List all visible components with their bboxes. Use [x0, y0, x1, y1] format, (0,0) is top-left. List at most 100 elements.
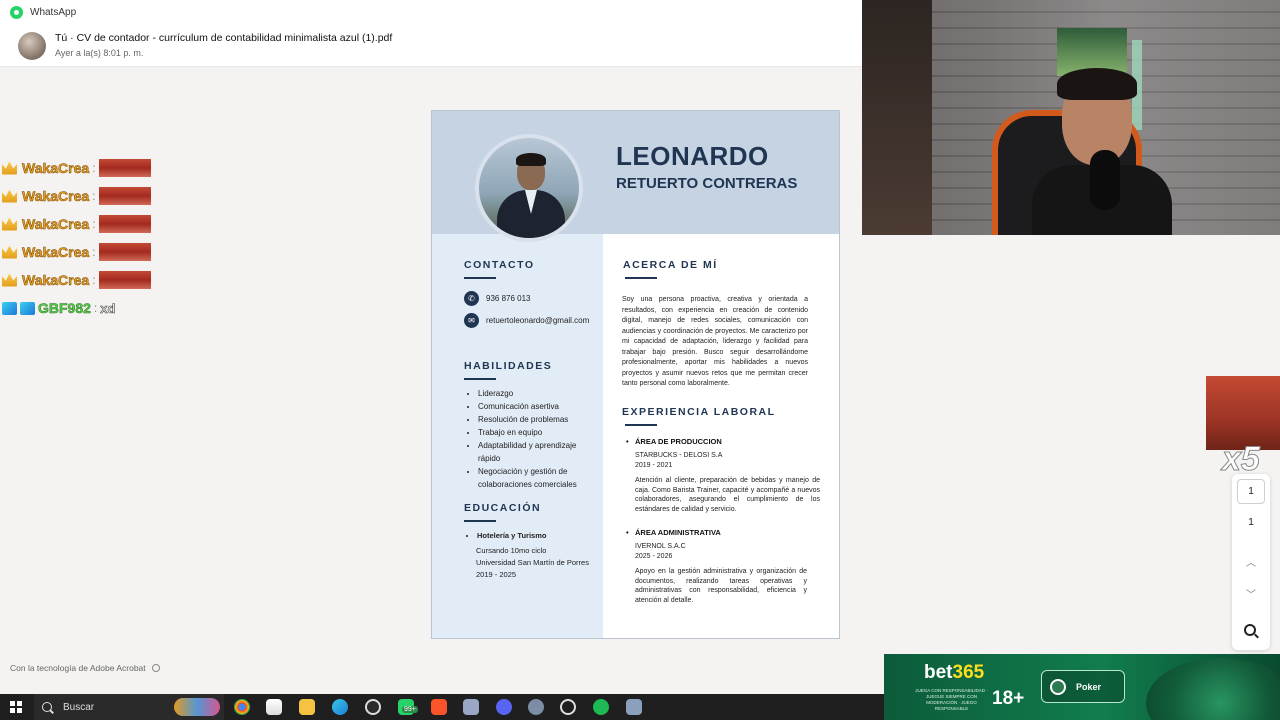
skill-item: Comunicación asertiva: [478, 400, 594, 413]
chat-username: GBF982: [38, 300, 91, 317]
job-description: Apoyo en la gestión administrativa y org…: [635, 568, 807, 604]
education-title: Hotelería y Turismo: [477, 531, 546, 540]
skill-item: Adaptabilidad y aprendizaje rápido: [478, 439, 594, 465]
edge-icon[interactable]: [332, 699, 348, 715]
app-name: WhatsApp: [30, 6, 77, 18]
chat-separator: :: [92, 217, 96, 231]
poker-label: Poker: [1076, 681, 1102, 692]
crown-icon: [2, 245, 17, 259]
emote-icon: [98, 271, 151, 289]
chat-message: GBF982 : xd: [2, 294, 151, 322]
total-pages: 1: [1248, 517, 1254, 528]
windows-start-icon[interactable]: [10, 701, 22, 713]
search-highlight-icon[interactable]: [174, 698, 220, 716]
search-label: Buscar: [63, 701, 95, 713]
emote-icon: [1206, 376, 1280, 450]
discord-icon[interactable]: [496, 699, 512, 715]
job-title: ÁREA ADMINISTRATIVA: [626, 528, 721, 537]
info-icon[interactable]: [151, 664, 160, 672]
about-heading: ACERCA DE MÍ: [623, 259, 718, 271]
current-page-input[interactable]: 1: [1237, 479, 1265, 504]
app-icon[interactable]: [463, 699, 479, 715]
crown-icon: [2, 273, 17, 287]
chevron-down-icon[interactable]: ﹀: [1232, 586, 1270, 601]
job-title: ÁREA DE PRODUCCION: [626, 437, 722, 446]
chat-separator: :: [92, 189, 96, 203]
chat-message: WakaCrea :: [2, 154, 151, 182]
skill-item: Resolución de problemas: [478, 413, 594, 426]
powered-by-label: Con la tecnología de Adobe Acrobat: [10, 663, 160, 673]
email-text: retuertoleonardo@gmail.com: [486, 316, 590, 325]
cube-icon: [2, 301, 17, 315]
emote-icon: [98, 187, 151, 205]
explorer-icon[interactable]: [299, 699, 315, 715]
phone-text: 936 876 013: [486, 294, 531, 303]
poker-button[interactable]: Poker: [1041, 670, 1125, 703]
zoom-icon[interactable]: [1244, 624, 1256, 636]
microphone-icon: [1090, 150, 1120, 210]
profile-photo: [475, 134, 583, 242]
chat-message: WakaCrea :: [2, 266, 151, 294]
skills-list: Liderazgo Comunicación asertiva Resoluci…: [478, 387, 594, 491]
chat-username: WakaCrea: [22, 216, 90, 233]
phone-icon: ✆: [464, 291, 479, 306]
spotify-icon[interactable]: [593, 699, 609, 715]
roulette-wheel: [1146, 658, 1280, 720]
page-navigator: 1 1 ︿ ﹀: [1232, 474, 1270, 650]
avatar[interactable]: [18, 32, 46, 60]
store-icon[interactable]: [266, 699, 282, 715]
skills-heading: HABILIDADES: [464, 360, 553, 372]
skill-item: Negociación y gestión de colaboraciones …: [478, 465, 594, 491]
job-description: Atención al cliente, preparación de bebi…: [635, 477, 820, 513]
stream-chat: WakaCrea : WakaCrea : WakaCrea : WakaCre…: [2, 154, 151, 322]
age-badge: 18+: [992, 688, 1025, 709]
brave-icon[interactable]: [431, 699, 447, 715]
about-underline: [625, 277, 657, 279]
poker-chip-icon: [1050, 678, 1066, 695]
experience-heading: EXPERIENCIA LABORAL: [622, 406, 776, 418]
notification-badge: 99+: [402, 706, 418, 713]
ad-disclaimer: JUEGA CON RESPONSABILIDAD · JUEGUE SIEMP…: [915, 688, 988, 711]
obs-icon[interactable]: [365, 699, 381, 715]
chat-message: WakaCrea :: [2, 238, 151, 266]
chat-separator: :: [92, 245, 96, 259]
contact-heading: CONTACTO: [464, 259, 535, 271]
education-underline: [464, 520, 496, 522]
badge-icon: [20, 301, 35, 315]
chat-username: WakaCrea: [22, 160, 90, 177]
calculator-icon[interactable]: [626, 699, 642, 715]
emote-icon: [98, 215, 151, 233]
emote-icon: [98, 159, 151, 177]
file-title: Tú · CV de contador - currículum de cont…: [55, 32, 393, 44]
job-years: 2025 - 2026: [635, 553, 673, 560]
chrome-icon[interactable]: [234, 699, 250, 715]
job-company: IVERNOL S.A.C: [635, 543, 686, 550]
contact-phone: ✆ 936 876 013: [464, 291, 531, 306]
app2-icon[interactable]: [528, 699, 544, 715]
about-text: Soy una persona proactiva, creativa y or…: [622, 296, 808, 387]
photo-hair: [516, 153, 546, 166]
contact-underline: [464, 277, 496, 279]
mail-icon: ✉: [464, 313, 479, 328]
bet365-ad[interactable]: bet365 JUEGA CON RESPONSABILIDAD · JUEGU…: [884, 654, 1280, 720]
skill-item: Liderazgo: [478, 387, 594, 400]
file-time: Ayer a la(s) 8:01 p. m.: [55, 48, 144, 58]
chat-message: WakaCrea :: [2, 182, 151, 210]
chevron-up-icon[interactable]: ︿: [1232, 554, 1270, 569]
webcam-feed: [862, 0, 1280, 235]
steam-icon[interactable]: [560, 699, 576, 715]
chat-separator: :: [93, 301, 98, 315]
pdf-page: LEONARDO RETUERTO CONTRERAS CONTACTO ✆ 9…: [431, 110, 840, 639]
experience-underline: [625, 424, 657, 426]
last-name: RETUERTO CONTRERAS: [616, 175, 798, 192]
shelf: [862, 0, 932, 235]
search-icon: [42, 702, 52, 712]
taskbar: Buscar: [0, 694, 884, 720]
first-name: LEONARDO: [616, 141, 769, 171]
crown-icon: [2, 189, 17, 203]
education-list: Hotelería y Turismo: [477, 531, 546, 540]
whatsapp-titlebar: WhatsApp: [0, 0, 862, 24]
crown-icon: [2, 217, 17, 231]
education-university: Universidad San Martín de Porres: [476, 558, 589, 567]
powered-by-text: Con la tecnología de Adobe Acrobat: [10, 663, 146, 673]
